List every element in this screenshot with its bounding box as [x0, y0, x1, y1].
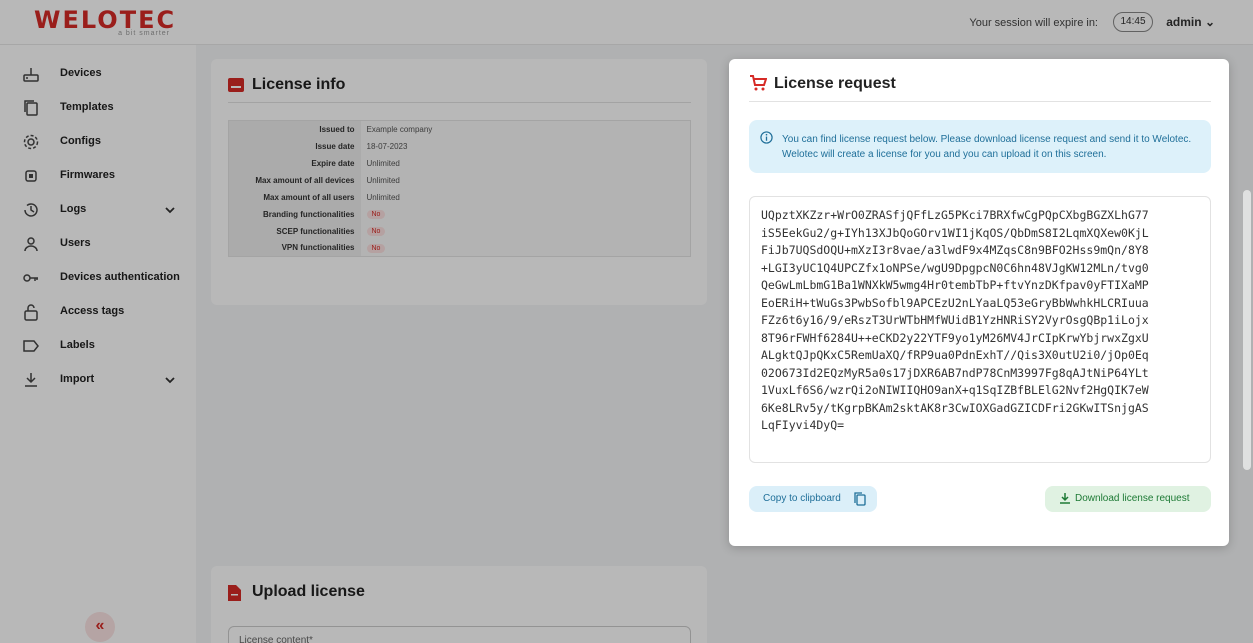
download-button-label: Download license request — [1075, 493, 1190, 504]
alert-text: You can find license request below. Plea… — [782, 134, 1192, 160]
cart-icon — [750, 75, 767, 91]
request-line: UQpztXKZzr+WrO0ZRASfjQFfLzG5PKci7BRXfwCg… — [761, 208, 1149, 222]
request-line: 8T96rFWHf6284U++eCKD2y22YTF9yo1yM26MV4Jr… — [761, 330, 1149, 345]
request-line: FZz6t6y16/9/eRszT3UrWTbHMfWUidB1YzHNRiSY… — [761, 313, 1149, 327]
request-line: iS5EekGu2/g+IYh13XJbQoGOrv1WI1jKqOS/QbDm… — [761, 225, 1149, 240]
modal-title: License request — [774, 75, 896, 92]
request-line: FiJb7UQSdOQU+mXzI3r8vae/a3lwdF9x4MZqsC8n… — [761, 243, 1149, 257]
download-icon — [1060, 493, 1070, 504]
request-line: EoERiH+tWuGs3PwbSofbl9APCEzU2nLYaaLQ53eG… — [761, 295, 1149, 310]
request-line: +LGI3yUC1Q4UPCZfx1oNPSe/wgU9DpgpcN0C6hn4… — [761, 260, 1149, 275]
request-line: ALgktQJpQKxC5RemUaXQ/fRP9ua0PdnExhT//Qis… — [761, 348, 1149, 362]
request-line: 1VuxLf6S6/wzrQi2oNIWIIQHO9anX+q1SqIZBfBL… — [761, 383, 1149, 397]
request-line: QeGwLmLbmG1Ba1WNXkW5wmg4Hr0tembTbP+ftvYn… — [761, 278, 1149, 292]
license-request-modal: License request You can find license req… — [729, 59, 1229, 546]
clipboard-icon — [854, 492, 866, 506]
request-line: 02O673Id2EQzMyR5a0s17jDXR6AB7ndP78CnM399… — [761, 365, 1149, 380]
copy-button-label: Copy to clipboard — [763, 493, 841, 504]
info-icon — [760, 131, 773, 144]
license-request-textarea[interactable]: UQpztXKZzr+WrO0ZRASfjQFfLzG5PKci7BRXfwCg… — [749, 196, 1211, 463]
divider — [749, 101, 1211, 102]
copy-to-clipboard-button[interactable]: Copy to clipboard — [749, 486, 877, 512]
download-license-request-button[interactable]: Download license request — [1045, 486, 1211, 512]
request-line: LqFIyvi4DyQ= — [761, 418, 845, 432]
scrollbar[interactable] — [1243, 190, 1251, 470]
request-line: 6Ke8LRv5y/tKgrpBKAm2sktAK8r3CwIOXGadGZIC… — [761, 400, 1149, 415]
info-alert: You can find license request below. Plea… — [749, 120, 1211, 173]
